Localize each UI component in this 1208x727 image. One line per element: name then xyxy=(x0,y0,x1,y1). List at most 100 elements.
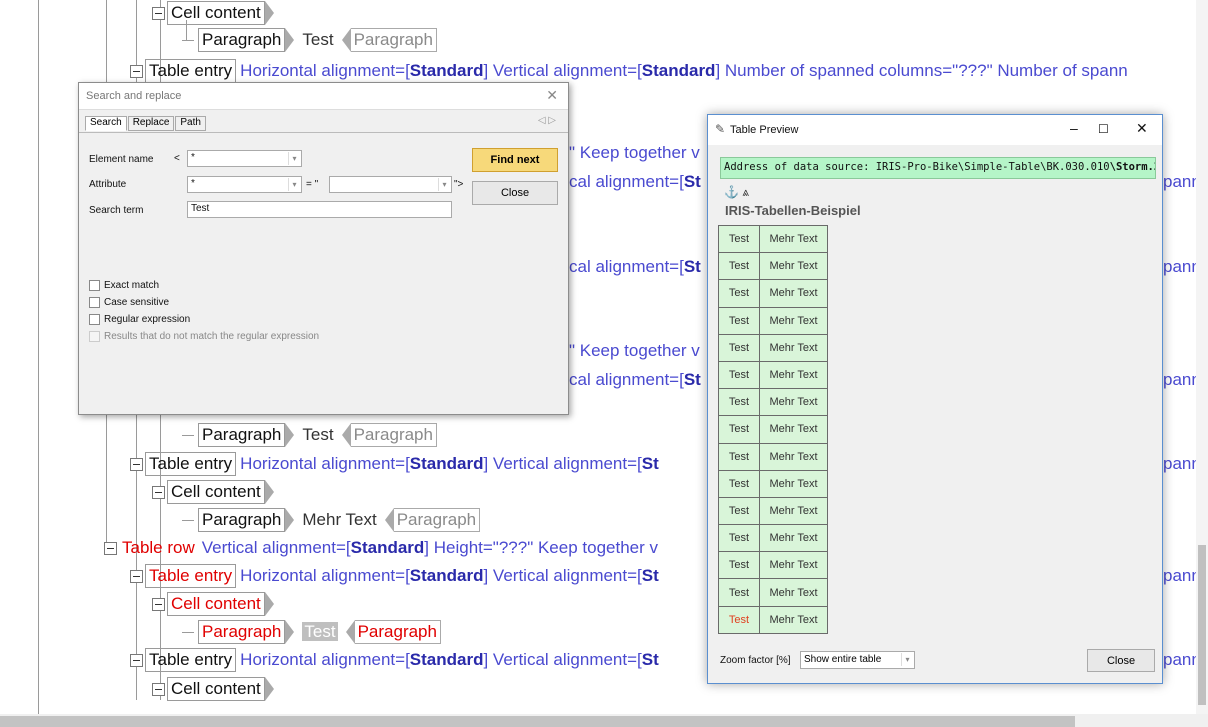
collapse-toggle[interactable] xyxy=(152,485,165,499)
tree-row[interactable]: Table entry Horizontal alignment=[Standa… xyxy=(130,563,659,589)
search-term-input[interactable]: Test xyxy=(187,201,452,218)
element-name-label: Element name xyxy=(89,154,154,165)
tree-row[interactable]: Cell content xyxy=(152,591,278,617)
table-cell[interactable]: Mehr Text xyxy=(759,551,828,580)
end-tag: Paragraph xyxy=(393,508,481,532)
tree-row[interactable]: Cell content xyxy=(152,479,278,505)
search-replace-dialog: Search and replace ✕ Search Replace Path… xyxy=(78,82,569,415)
table-preview-window: ✎ Table Preview – ☐ ✕ Address of data so… xyxy=(707,114,1163,684)
tab-replace[interactable]: Replace xyxy=(127,116,175,131)
attribute-text: Horizontal alignment=[ xyxy=(240,61,410,80)
minimize-icon[interactable]: – xyxy=(1070,120,1078,136)
table-row: Test Mehr Text xyxy=(718,551,828,580)
tree-row[interactable]: Table entry Horizontal alignment=[Standa… xyxy=(130,58,1128,84)
horizontal-scroll-thumb[interactable] xyxy=(0,716,1075,727)
table-cell[interactable]: Mehr Text xyxy=(759,360,828,390)
tree-row-fragment: cal alignment=[St xyxy=(569,257,701,276)
attribute-value-select[interactable]: ▾ xyxy=(329,176,452,193)
table-cell[interactable]: Test xyxy=(718,388,760,417)
table-cell[interactable]: Mehr Text xyxy=(759,496,828,526)
collapse-toggle[interactable] xyxy=(152,6,165,20)
table-cell[interactable]: Test xyxy=(718,333,760,362)
table-cell[interactable]: Mehr Text xyxy=(759,524,828,553)
tree-row[interactable]: Table entry Horizontal alignment=[Standa… xyxy=(130,647,659,673)
table-cell[interactable]: Mehr Text xyxy=(759,415,828,444)
chevron-down-icon[interactable]: ▾ xyxy=(438,178,450,191)
table-row: Test Mehr Text xyxy=(718,442,828,471)
tree-row[interactable]: Cell content xyxy=(152,0,278,26)
table-cell[interactable]: Mehr Text xyxy=(759,306,828,335)
table-cell[interactable]: Mehr Text xyxy=(759,469,828,498)
tree-row[interactable]: Paragraph Test Paragraph xyxy=(182,27,437,53)
exact-match-checkbox[interactable]: Exact match xyxy=(89,280,159,291)
close-icon[interactable]: ✕ xyxy=(546,87,558,104)
table-cell[interactable]: Test xyxy=(718,306,760,335)
table-cell[interactable]: Mehr Text xyxy=(759,279,828,308)
table-row: Test Mehr Text xyxy=(718,496,828,526)
collapse-toggle[interactable] xyxy=(130,569,143,583)
collapse-toggle[interactable] xyxy=(130,457,143,471)
selected-text[interactable]: Test xyxy=(302,622,338,641)
tree-row[interactable]: Table entry Horizontal alignment=[Standa… xyxy=(130,451,659,477)
table-cell[interactable]: Test xyxy=(718,524,760,553)
table-cell[interactable]: Test xyxy=(718,279,760,308)
collapse-toggle[interactable] xyxy=(152,682,165,696)
collapse-toggle[interactable] xyxy=(130,64,143,78)
table-cell[interactable]: Test xyxy=(718,442,760,471)
chevron-down-icon[interactable]: ▾ xyxy=(288,152,300,165)
table-cell[interactable]: Mehr Text xyxy=(759,578,828,607)
collapse-toggle[interactable] xyxy=(130,653,143,667)
zoom-select[interactable]: Show entire table ▾ xyxy=(800,651,915,669)
close-button[interactable]: Close xyxy=(1087,649,1155,672)
collapse-toggle[interactable] xyxy=(152,597,165,611)
vertical-scroll-thumb[interactable] xyxy=(1198,545,1206,705)
node-text[interactable]: Test xyxy=(302,425,333,445)
table-cell[interactable]: Test xyxy=(718,496,760,526)
table-cell[interactable]: Mehr Text xyxy=(759,333,828,362)
table-cell[interactable]: Mehr Text xyxy=(759,388,828,417)
tab-search[interactable]: Search xyxy=(85,116,127,131)
close-button[interactable]: Close xyxy=(472,181,558,205)
tree-row[interactable]: Table row Vertical alignment=[Standard] … xyxy=(104,535,658,561)
anchor-icon[interactable]: ⚓ ⩓ xyxy=(724,185,749,200)
element-tag: Cell content xyxy=(167,480,265,504)
find-next-button[interactable]: Find next xyxy=(472,148,558,172)
table-cell[interactable]: Mehr Text xyxy=(759,442,828,471)
table-row: Test Mehr Text xyxy=(718,388,828,417)
regular-expression-checkbox[interactable]: Regular expression xyxy=(89,314,190,325)
table-cell[interactable]: Mehr Text xyxy=(759,605,828,634)
table-cell[interactable]: Test xyxy=(718,578,760,607)
table-cell[interactable]: Test xyxy=(718,252,760,281)
attribute-select[interactable]: * ▾ xyxy=(187,176,302,193)
attribute-text: ] Number of spanned columns="???" Number… xyxy=(715,61,1128,80)
tree-row[interactable]: Cell content xyxy=(152,676,278,702)
collapse-toggle[interactable] xyxy=(104,541,117,555)
tab-scroll-arrows[interactable]: ◁ ▷ xyxy=(538,115,556,126)
window-titlebar[interactable]: ✎ Table Preview – ☐ ✕ xyxy=(708,115,1162,145)
table-cell[interactable]: Test xyxy=(718,224,760,254)
table-cell[interactable]: Test xyxy=(718,605,760,634)
element-tag: Table entry xyxy=(145,648,237,672)
attribute-value: Standard xyxy=(409,61,484,80)
table-cell[interactable]: Test xyxy=(718,469,760,498)
table-cell[interactable]: Mehr Text xyxy=(759,224,828,254)
node-text[interactable]: Test xyxy=(302,30,333,50)
table-cell[interactable]: Test xyxy=(718,415,760,444)
table-cell[interactable]: Test xyxy=(718,360,760,390)
node-text[interactable]: Mehr Text xyxy=(302,510,376,530)
chevron-down-icon[interactable]: ▾ xyxy=(288,178,300,191)
table-row: Test Mehr Text xyxy=(718,469,828,498)
tab-path[interactable]: Path xyxy=(175,116,206,131)
maximize-icon[interactable]: ☐ xyxy=(1098,122,1109,136)
tree-line xyxy=(38,0,39,727)
tree-row[interactable]: Paragraph Mehr Text Paragraph xyxy=(182,507,481,533)
close-icon[interactable]: ✕ xyxy=(1136,120,1148,137)
table-row: Test Mehr Text xyxy=(718,306,828,335)
table-cell[interactable]: Mehr Text xyxy=(759,252,828,281)
tree-row[interactable]: Paragraph Test Paragraph xyxy=(182,619,441,645)
case-sensitive-checkbox[interactable]: Case sensitive xyxy=(89,297,169,308)
tree-row[interactable]: Paragraph Test Paragraph xyxy=(182,422,437,448)
table-cell[interactable]: Test xyxy=(718,551,760,580)
chevron-down-icon[interactable]: ▾ xyxy=(901,653,913,666)
element-name-select[interactable]: * ▾ xyxy=(187,150,302,167)
